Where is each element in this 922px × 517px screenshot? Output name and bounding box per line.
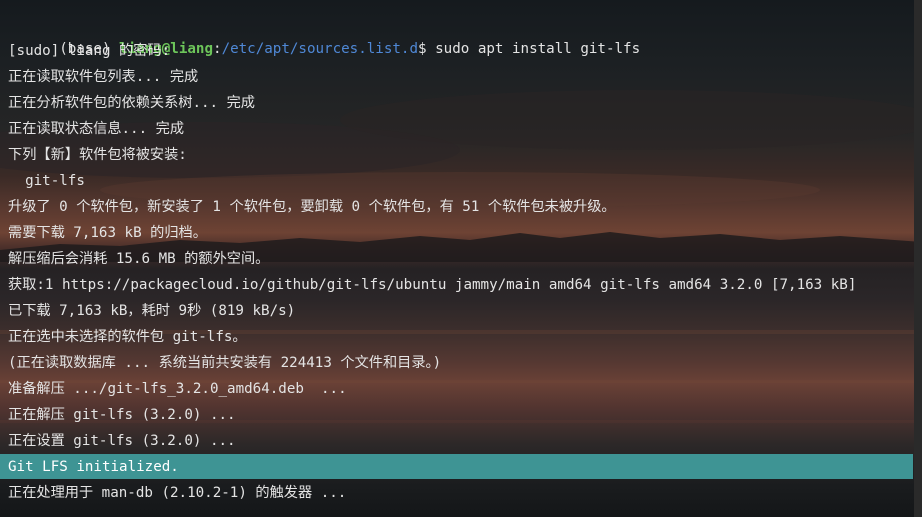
output-line: 正在设置 git-lfs (3.2.0) ... (8, 433, 236, 449)
prompt-line: (base) liang@liang:/etc/apt/sources.list… (8, 13, 640, 57)
output-line: 正在处理用于 man-db (2.10.2-1) 的触发器 ... (8, 485, 347, 501)
terminal-output[interactable]: (base) liang@liang:/etc/apt/sources.list… (0, 0, 922, 517)
output-line: 正在分析软件包的依赖关系树... 完成 (8, 95, 255, 111)
prompt-symbol: $ (418, 41, 427, 57)
output-line: git-lfs (8, 173, 85, 189)
output-line: 解压缩后会消耗 15.6 MB 的额外空间。 (8, 251, 270, 267)
terminal-window[interactable]: (base) liang@liang:/etc/apt/sources.list… (0, 0, 922, 517)
prompt-separator: : (213, 41, 222, 57)
output-line: 升级了 0 个软件包，新安装了 1 个软件包，要卸载 0 个软件包，有 51 个… (8, 199, 616, 215)
output-line: 正在读取状态信息... 完成 (8, 121, 185, 137)
prompt-command: sudo apt install git-lfs (426, 41, 641, 57)
output-line: 获取:1 https://packagecloud.io/github/git-… (8, 277, 857, 293)
output-line: 准备解压 .../git-lfs_3.2.0_amd64.deb ... (8, 381, 347, 397)
output-line: 正在读取软件包列表... 完成 (8, 69, 199, 85)
output-line: 下列【新】软件包将被安装: (8, 147, 187, 163)
prompt-path: /etc/apt/sources.list.d (221, 41, 419, 57)
selected-output-line[interactable]: Git LFS initialized. (8, 455, 179, 479)
output-line: [sudo] liang 的密码: (8, 43, 171, 59)
output-line: 正在选中未选择的软件包 git-lfs。 (8, 329, 247, 345)
output-line: 需要下载 7,163 kB 的归档。 (8, 225, 207, 241)
output-line: (正在读取数据库 ... 系统当前共安装有 224413 个文件和目录。) (8, 355, 442, 371)
output-line: 正在解压 git-lfs (3.2.0) ... (8, 407, 236, 423)
window-border (914, 0, 922, 517)
output-line: 已下载 7,163 kB，耗时 9秒 (819 kB/s) (8, 303, 296, 319)
